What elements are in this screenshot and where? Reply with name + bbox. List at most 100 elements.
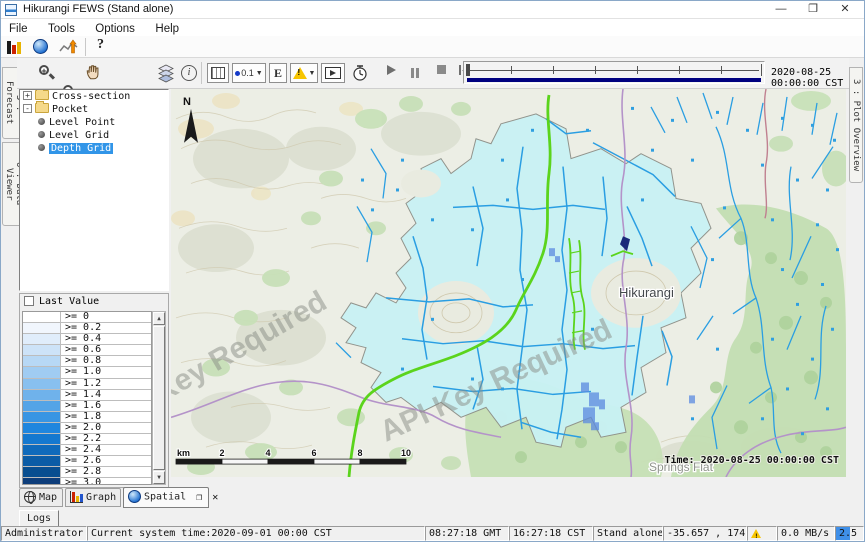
chevron-down-icon: ▼ xyxy=(309,70,316,77)
map-canvas[interactable]: API Key Required API Key Required N km 2… xyxy=(171,89,846,477)
time-slider-thumb[interactable] xyxy=(466,64,470,76)
scroll-up-icon[interactable]: ▲ xyxy=(153,312,165,325)
panel-close-icon[interactable]: ✕ xyxy=(212,492,218,503)
town-label: Hikurangi xyxy=(619,285,674,300)
legend-row[interactable]: >= 1.2 xyxy=(23,379,151,390)
legend-row[interactable]: >= 3.0 xyxy=(23,478,151,485)
legend-swatch xyxy=(23,467,61,477)
wire-globe-icon xyxy=(24,491,36,503)
tree-item-label: Cross-section xyxy=(52,91,130,102)
expander-icon[interactable]: - xyxy=(23,104,32,113)
legend-swatch xyxy=(23,423,61,433)
legend-swatch xyxy=(23,445,61,455)
tree-item-label: Level Point xyxy=(49,117,115,128)
close-button[interactable]: ✕ xyxy=(834,2,856,17)
spatial-toolbar: + − ◂ ▸ i 0.1 ▼ E ▼ xyxy=(17,58,849,89)
legend-swatch xyxy=(23,412,61,422)
tab-map[interactable]: Map xyxy=(19,488,63,507)
warning-dropdown[interactable]: ▼ xyxy=(290,63,318,83)
expander-icon[interactable]: + xyxy=(23,91,32,100)
time-availability-bar xyxy=(467,78,761,82)
status-warning-cell[interactable] xyxy=(747,526,777,541)
svg-text:2: 2 xyxy=(219,448,224,458)
status-local-time: 16:27:18 CST xyxy=(509,526,593,541)
menu-tools[interactable]: Tools xyxy=(40,21,83,35)
stop-icon[interactable] xyxy=(437,65,446,74)
tree-item-label: Level Grid xyxy=(49,130,109,141)
tree-item-level-point[interactable]: Level Point xyxy=(20,116,168,129)
pause-icon[interactable] xyxy=(411,65,421,83)
status-bandwidth: 0.0 MB/s xyxy=(777,526,835,541)
timeseries-icon[interactable] xyxy=(59,38,79,56)
status-mode: Stand alone xyxy=(593,526,663,541)
tree-item-label-selected: Depth Grid xyxy=(49,143,113,154)
tree-item-pocket[interactable]: -Pocket xyxy=(20,103,168,116)
menu-help[interactable]: Help xyxy=(147,21,187,35)
tab-graph[interactable]: Graph xyxy=(65,488,121,507)
legend-swatch xyxy=(23,367,61,377)
tree-item-depth-grid[interactable]: Depth Grid xyxy=(20,142,168,155)
layer-tree: + Cross-section -Pocket Level Point Level… xyxy=(19,89,169,291)
threshold-dropdown[interactable]: 0.1 ▼ xyxy=(232,63,266,83)
timer-icon[interactable] xyxy=(351,63,369,83)
sidebar-tab-plot-overview[interactable]: 3 : Plot Overview xyxy=(849,67,863,183)
memory-gauge-label: 2.5 GB xyxy=(839,528,864,539)
current-datetime-label: 2020-08-25 00:00:00 CST xyxy=(771,67,849,89)
globe-icon xyxy=(128,490,141,503)
help-icon[interactable]: ? xyxy=(97,37,117,55)
warning-icon xyxy=(293,67,307,79)
menu-options[interactable]: Options xyxy=(87,21,143,35)
map-time-label: Time: 2020-08-25 00:00:00 CST xyxy=(664,454,839,466)
pan-icon[interactable] xyxy=(85,63,103,83)
legend-swatch xyxy=(23,345,61,355)
main-toolbar: ? xyxy=(1,36,864,58)
checkbox-icon[interactable] xyxy=(24,296,34,306)
layers-icon[interactable] xyxy=(157,63,175,83)
status-user: Administrator xyxy=(1,526,87,541)
svg-text:6: 6 xyxy=(311,448,316,458)
last-value-label: Last Value xyxy=(39,296,99,307)
legend-swatch xyxy=(23,390,61,400)
status-memory: 2.5 GB xyxy=(835,526,864,541)
animation-icon[interactable] xyxy=(321,63,345,83)
minimize-button[interactable]: — xyxy=(770,2,792,17)
legend-row[interactable]: >= 1.0 xyxy=(23,367,151,378)
zoom-in-icon[interactable]: + xyxy=(37,63,57,83)
map-globe-icon[interactable] xyxy=(33,39,48,54)
time-slider[interactable] xyxy=(463,61,765,84)
toolbar-separator xyxy=(85,38,86,56)
tab-spatial-active[interactable]: Spatial ❐ ✕ xyxy=(123,487,209,508)
grid-icon[interactable] xyxy=(207,63,229,83)
status-bar: Administrator Current system time:2020-0… xyxy=(1,526,864,541)
warning-icon xyxy=(751,529,761,538)
maximize-button[interactable]: ❐ xyxy=(802,2,824,17)
app-icon xyxy=(5,4,17,16)
legend-swatch xyxy=(23,323,61,333)
legend-swatch xyxy=(23,334,61,344)
threshold-value: 0.1 xyxy=(241,68,254,78)
legend-swatch xyxy=(23,456,61,466)
status-system-time: Current system time:2020-09-01 00:00 CST xyxy=(87,526,425,541)
svg-text:4: 4 xyxy=(265,448,270,458)
play-icon[interactable] xyxy=(387,65,396,75)
status-gmt-time: 08:27:18 GMT xyxy=(425,526,509,541)
panel-restore-icon[interactable]: ❐ xyxy=(196,492,202,503)
info-icon[interactable]: i xyxy=(181,65,197,81)
legend-scrollbar[interactable]: ▲ ▼ xyxy=(152,311,166,485)
folder-icon xyxy=(35,103,49,113)
window-title: Hikurangi FEWS (Stand alone) xyxy=(23,3,173,15)
chevron-down-icon: ▼ xyxy=(256,70,263,77)
logs-button[interactable]: Logs xyxy=(19,510,59,527)
menu-file[interactable]: File xyxy=(1,21,36,35)
database-icon[interactable] xyxy=(5,38,25,56)
last-value-toggle[interactable]: Last Value xyxy=(20,294,168,309)
menu-bar: File Tools Options Help xyxy=(1,19,864,36)
node-bullet-icon xyxy=(38,131,45,138)
scroll-down-icon[interactable]: ▼ xyxy=(153,471,165,484)
legend-swatch xyxy=(23,478,61,485)
tree-item-level-grid[interactable]: Level Grid xyxy=(20,129,168,142)
scrollbar-thumb[interactable] xyxy=(153,326,165,470)
legend-list: >= 0 >= 0.2 >= 0.4 >= 0.6 >= 0.8 >= 1.0 … xyxy=(22,311,152,485)
labels-icon[interactable]: E xyxy=(269,63,287,83)
legend-swatch xyxy=(23,356,61,366)
